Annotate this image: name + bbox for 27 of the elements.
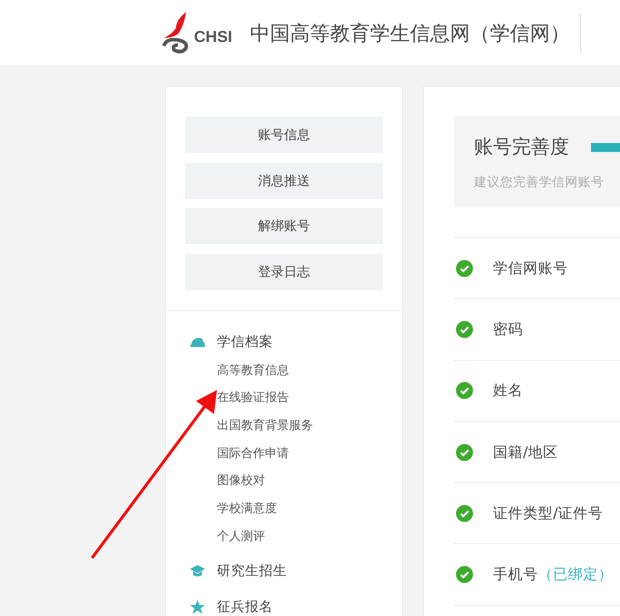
- sidebar-button[interactable]: 账号信息: [185, 117, 383, 153]
- sidebar-button[interactable]: 解绑账号: [185, 208, 383, 244]
- nav-link[interactable]: 出国教育背景服务: [217, 412, 313, 440]
- nav-link[interactable]: 图像校对: [217, 467, 265, 495]
- card-hint: 建议您完善学信网账号: [474, 174, 605, 191]
- field-label: 证件类型/证件号: [493, 504, 603, 523]
- nav-link[interactable]: 个人测评: [217, 522, 265, 550]
- field-label: 密码: [493, 320, 523, 339]
- nav-link[interactable]: 高等教育信息: [217, 356, 289, 384]
- field-label: 学信网账号: [493, 260, 568, 278]
- sidebar-button[interactable]: 登录日志: [185, 254, 383, 290]
- nav-link[interactable]: 在线验证报告: [217, 384, 289, 412]
- field-label: 国籍/地区: [493, 444, 558, 462]
- star-icon: [190, 600, 205, 614]
- field-label: 姓名: [493, 382, 523, 400]
- nav-section-title[interactable]: 研究生招生: [217, 562, 287, 580]
- site-title: 中国高等教育学生信息网（学信网）: [250, 20, 570, 47]
- cloud-icon: [190, 336, 205, 346]
- nav-section-title[interactable]: 学信档案: [217, 332, 273, 350]
- card-title: 账号完善度: [474, 135, 569, 160]
- nav-link[interactable]: 国际合作申请: [217, 440, 289, 468]
- graduation-cap-icon: [190, 565, 205, 578]
- logo-text: CHSI: [194, 28, 232, 46]
- nav-section-title[interactable]: 征兵报名: [217, 598, 273, 616]
- sidebar-button[interactable]: 消息推送: [185, 162, 383, 198]
- field-label: 手机号（已绑定）: [493, 566, 613, 584]
- nav-link[interactable]: 学校满意度: [217, 494, 277, 523]
